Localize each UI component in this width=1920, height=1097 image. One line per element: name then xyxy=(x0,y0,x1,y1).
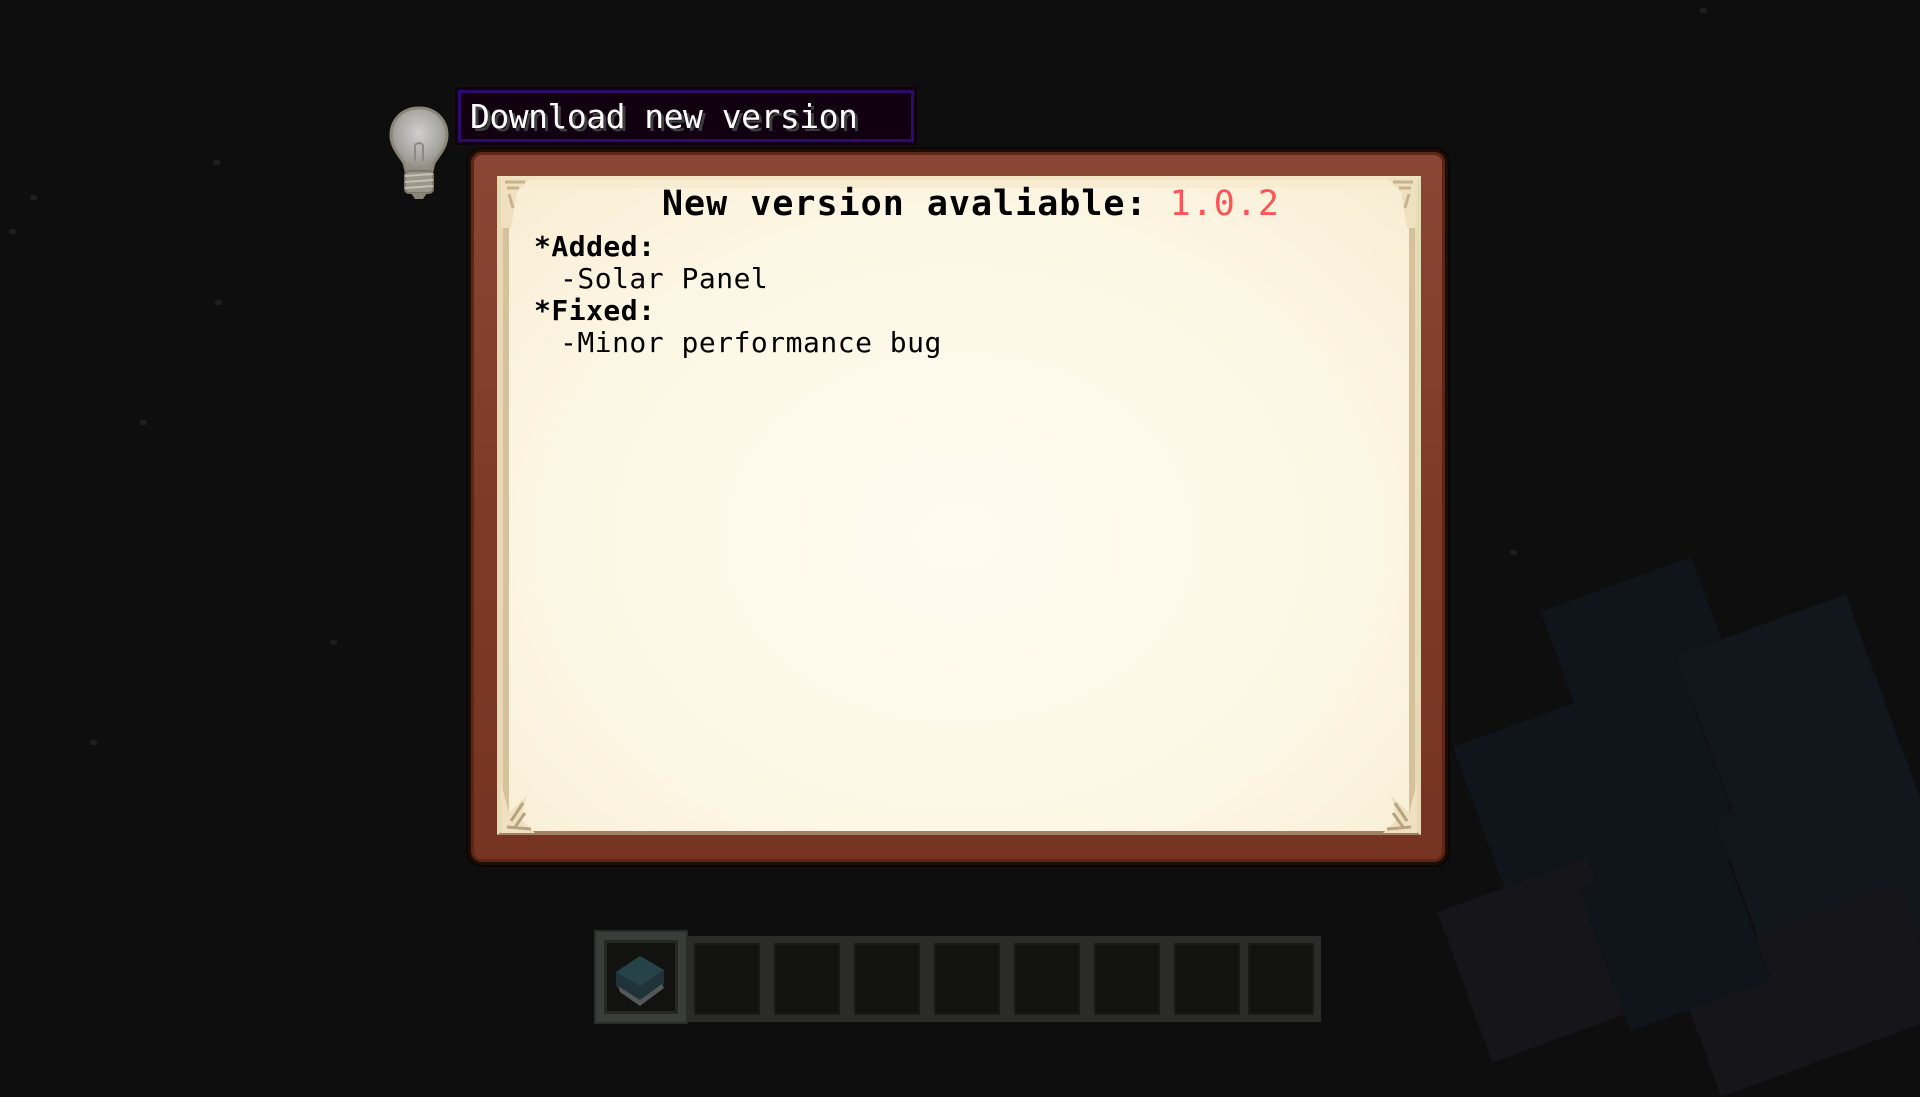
star xyxy=(215,300,222,305)
changelog-heading-fixed: *Fixed: xyxy=(534,294,656,327)
version-number: 1.0.2 xyxy=(1169,184,1280,224)
hotbar-slot-5[interactable] xyxy=(927,936,1007,1022)
title-prefix: New version avaliable: xyxy=(661,184,1170,224)
hotbar-slot-9[interactable] xyxy=(1241,936,1321,1022)
hotbar-slot-7[interactable] xyxy=(1087,936,1167,1022)
hotbar-slot-8[interactable] xyxy=(1167,936,1247,1022)
star xyxy=(140,420,147,425)
manual-book-icon xyxy=(616,956,664,1006)
changelog-item: -Minor performance bug xyxy=(560,326,942,359)
star xyxy=(9,229,16,234)
hotbar-slot-2[interactable] xyxy=(687,936,767,1022)
parchment-corner-decoration xyxy=(1383,783,1417,833)
hotbar-slot-6[interactable] xyxy=(1007,936,1087,1022)
star xyxy=(1510,550,1517,555)
hotbar-slot-4[interactable] xyxy=(847,936,927,1022)
hotbar-slot-3[interactable] xyxy=(767,936,847,1022)
download-tooltip: Download new version xyxy=(455,87,917,145)
star xyxy=(90,740,97,745)
tooltip-text: Download new version xyxy=(470,97,858,136)
changelog-list: *Added: -Solar Panel *Fixed: -Minor perf… xyxy=(534,231,942,359)
changelog-heading-added: *Added: xyxy=(534,230,656,263)
star xyxy=(213,160,220,165)
star xyxy=(1700,8,1707,13)
parchment-corner-decoration xyxy=(501,783,535,833)
changelog-item: -Solar Panel xyxy=(560,262,769,295)
hotbar xyxy=(596,932,1321,1022)
dialog-title: New version avaliable: 1.0.2 xyxy=(0,184,1920,224)
star xyxy=(330,640,337,645)
hotbar-slot-1[interactable] xyxy=(596,932,686,1022)
